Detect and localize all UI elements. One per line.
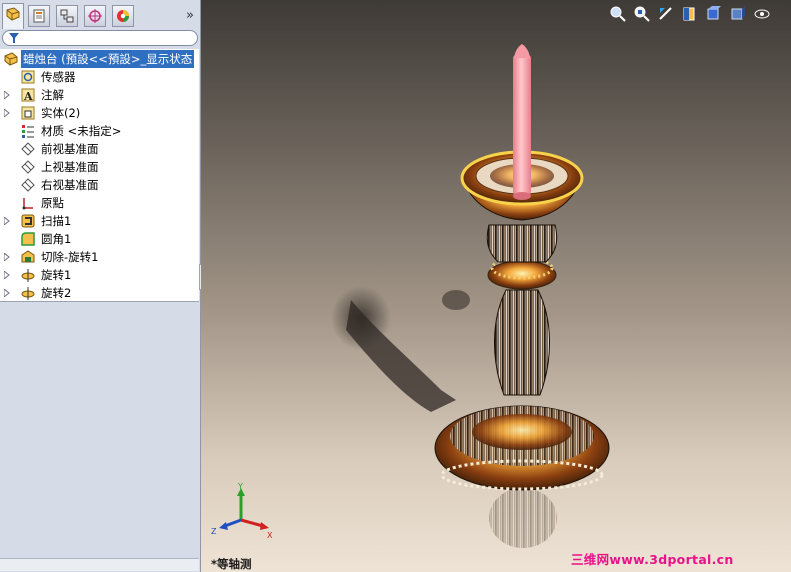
- cut-revolve-icon: [21, 250, 35, 263]
- sweep-icon: [21, 214, 35, 228]
- display-manager-icon: [117, 10, 129, 22]
- horizontal-scrollbar[interactable]: [0, 558, 199, 571]
- more-tabs-button[interactable]: »: [186, 8, 194, 23]
- watermark-text: 三维网www.3dportal.cn: [571, 552, 734, 567]
- plane-icon: [21, 178, 35, 192]
- tree-filter-input[interactable]: [2, 30, 198, 46]
- sensor-icon: [21, 70, 35, 84]
- previous-view-icon[interactable]: [657, 5, 675, 23]
- candlestick-model: [331, 44, 610, 548]
- expand-arrow-icon[interactable]: [4, 271, 10, 279]
- expand-arrow-icon[interactable]: [4, 109, 10, 117]
- heads-up-view-toolbar: [597, 5, 777, 23]
- tree-item-label: 材质 <未指定>: [41, 124, 122, 138]
- display-style-icon[interactable]: [729, 5, 747, 23]
- tab-property-manager[interactable]: [28, 5, 50, 27]
- solid-bodies-icon: [21, 106, 35, 120]
- view-orientation-icon[interactable]: [705, 5, 723, 23]
- tree-item-label: 扫描1: [41, 214, 72, 228]
- tree-item-label: 原點: [41, 196, 64, 210]
- tree-item-label: 旋转1: [41, 268, 72, 282]
- candle: [513, 44, 531, 200]
- tab-feature-tree[interactable]: [2, 3, 24, 29]
- section-view-icon[interactable]: [681, 5, 699, 23]
- tree-item-label: 右视基准面: [41, 178, 99, 192]
- plane-icon: [21, 142, 35, 156]
- annotation-icon: A: [21, 88, 35, 103]
- property-manager-icon: [33, 9, 45, 23]
- tree-item-label: 注解: [41, 88, 64, 102]
- model-shadow: [331, 286, 470, 412]
- material-icon: [22, 125, 34, 138]
- expand-arrow-icon[interactable]: [4, 289, 10, 297]
- tree-item-label: 旋转2: [41, 286, 72, 300]
- graphics-area[interactable]: Y Z X *等轴测 三维网www.3dportal.cn: [201, 0, 791, 572]
- revolve-icon: [21, 269, 35, 282]
- configuration-manager-icon: [60, 9, 74, 23]
- tree-item-label: 切除-旋转1: [41, 250, 99, 264]
- dimxpert-icon: [88, 9, 102, 23]
- feature-manager-panel: » 蜡烛台 (預設<<預設>_显示状态传感器 A 注解实体(2) 材质 <未指定> 前视…: [0, 0, 207, 572]
- triad-z-label: Z: [211, 527, 217, 536]
- tree-item-label: 蜡烛台 (預設<<預設>_显示状态: [21, 50, 195, 68]
- tab-display-manager[interactable]: [112, 5, 134, 27]
- part-icon: [4, 52, 18, 66]
- origin-icon: [22, 198, 33, 210]
- tree-item-label: 实体(2): [41, 106, 81, 120]
- triad-x-label: X: [267, 531, 273, 540]
- triad-y-label: Y: [237, 482, 243, 491]
- tree-item-label: 圆角1: [41, 232, 72, 246]
- filter-icon: [9, 33, 19, 43]
- tree-item-label: 上视基准面: [41, 160, 99, 174]
- tree-item-label: 前视基准面: [41, 142, 99, 156]
- feature-tree-icon: [6, 7, 20, 21]
- tab-configuration-manager[interactable]: [56, 5, 78, 27]
- candlestick-stem: [486, 224, 558, 396]
- svg-text:A: A: [23, 90, 33, 103]
- feature-tree: 蜡烛台 (預設<<預設>_显示状态传感器 A 注解实体(2) 材质 <未指定> 前视基准…: [0, 49, 199, 302]
- view-orientation-label: *等轴测: [211, 557, 252, 571]
- hide-show-items-icon[interactable]: [753, 5, 771, 23]
- revolve-icon: [21, 287, 35, 300]
- zoom-to-fit-icon[interactable]: [609, 5, 627, 23]
- tree-item-label: 传感器: [41, 70, 76, 84]
- reference-triad: Y Z X: [211, 482, 273, 540]
- feature-manager-tabs: »: [0, 3, 200, 29]
- expand-arrow-icon[interactable]: [4, 217, 10, 225]
- zoom-to-area-icon[interactable]: [633, 5, 651, 23]
- expand-arrow-icon[interactable]: [4, 253, 10, 261]
- tab-dimxpert-manager[interactable]: [84, 5, 106, 27]
- candlestick-base: [434, 405, 610, 491]
- plane-icon: [21, 160, 35, 174]
- fillet-icon: [21, 232, 35, 246]
- expand-arrow-icon[interactable]: [4, 91, 10, 99]
- model-reflection: [489, 488, 557, 548]
